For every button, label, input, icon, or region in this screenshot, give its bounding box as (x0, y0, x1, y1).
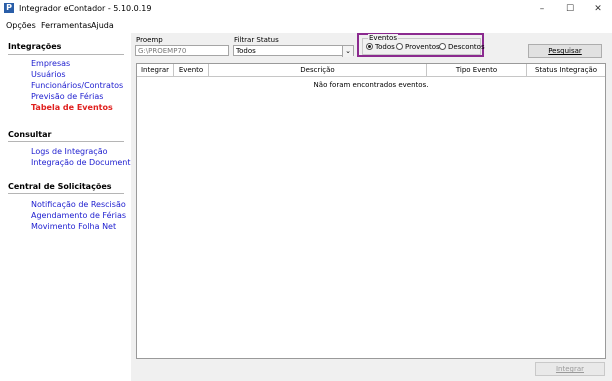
radio-descontos-label: Descontos (448, 43, 485, 51)
sidebar-item-integracao-documentos[interactable]: Integração de Documentos (31, 158, 140, 167)
radio-proventos[interactable]: Proventos (396, 43, 440, 51)
sidebar-item-previsao-ferias[interactable]: Previsão de Férias (31, 92, 103, 101)
maximize-button[interactable]: ☐ (556, 0, 584, 18)
radio-descontos[interactable]: Descontos (439, 43, 485, 51)
section-title-integracoes: Integrações (8, 42, 62, 51)
column-header-status-integracao[interactable]: Status Integração (527, 64, 605, 77)
chevron-down-icon[interactable]: ⌄ (342, 46, 353, 57)
eventos-legend: Eventos (368, 34, 398, 42)
events-grid[interactable]: Integrar Evento Descrição Tipo Evento St… (136, 63, 606, 359)
eventos-frame: Eventos Todos Proventos Descontos (362, 34, 485, 55)
radio-unchecked-icon (439, 43, 446, 50)
pesquisar-button[interactable]: Pesquisar (528, 44, 602, 58)
menu-bar: Opções Ferramentas Ajuda (0, 19, 612, 32)
section-divider (8, 141, 124, 142)
sidebar-item-logs-integracao[interactable]: Logs de Integração (31, 147, 108, 156)
sidebar-item-tabela-eventos[interactable]: Tabela de Eventos (31, 103, 113, 112)
title-bar: P Integrador eContador - 5.10.0.19 – ☐ ✕ (0, 0, 612, 18)
column-header-tipo-evento[interactable]: Tipo Evento (427, 64, 527, 77)
section-title-central-solicitacoes: Central de Solicitações (8, 182, 112, 191)
empty-message: Não foram encontrados eventos. (313, 81, 429, 89)
status-filter-value: Todos (236, 47, 256, 55)
section-divider (8, 193, 124, 194)
integrar-button[interactable]: Integrar (535, 362, 605, 376)
column-header-descricao[interactable]: Descrição (209, 64, 427, 77)
radio-proventos-label: Proventos (405, 43, 440, 51)
sidebar-item-notificacao-rescisao[interactable]: Notificação de Rescisão (31, 200, 126, 209)
sidebar-item-movimento-folha-net[interactable]: Movimento Folha Net (31, 222, 116, 231)
minimize-button[interactable]: – (528, 0, 556, 18)
menu-opcoes[interactable]: Opções (6, 21, 36, 30)
radio-todos[interactable]: Todos (366, 43, 395, 51)
radio-unchecked-icon (396, 43, 403, 50)
close-button[interactable]: ✕ (584, 0, 612, 18)
status-filter-label: Filtrar Status (234, 36, 279, 44)
radio-checked-icon (366, 43, 373, 50)
app-icon: P (4, 3, 14, 13)
menu-ajuda[interactable]: Ajuda (91, 21, 114, 30)
sidebar-item-agendamento-ferias[interactable]: Agendamento de Férias (31, 211, 126, 220)
menu-ferramentas[interactable]: Ferramentas (41, 21, 91, 30)
eventos-group: Eventos Todos Proventos Descontos (357, 33, 485, 57)
proemp-field[interactable]: G:\PROEMP70 (135, 45, 229, 56)
sidebar: Integrações Empresas Usuários Funcionári… (0, 33, 140, 381)
status-filter-select[interactable]: Todos ⌄ (233, 45, 354, 57)
proemp-label: Proemp (136, 36, 163, 44)
column-header-integrar[interactable]: Integrar (137, 64, 174, 77)
section-divider (8, 54, 124, 55)
window-title: Integrador eContador - 5.10.0.19 (19, 4, 152, 13)
sidebar-item-usuarios[interactable]: Usuários (31, 70, 66, 79)
column-header-evento[interactable]: Evento (174, 64, 209, 77)
sidebar-item-funcionarios-contratos[interactable]: Funcionários/Contratos (31, 81, 123, 90)
sidebar-item-empresas[interactable]: Empresas (31, 59, 70, 68)
radio-todos-label: Todos (375, 43, 395, 51)
section-title-consultar: Consultar (8, 130, 52, 139)
